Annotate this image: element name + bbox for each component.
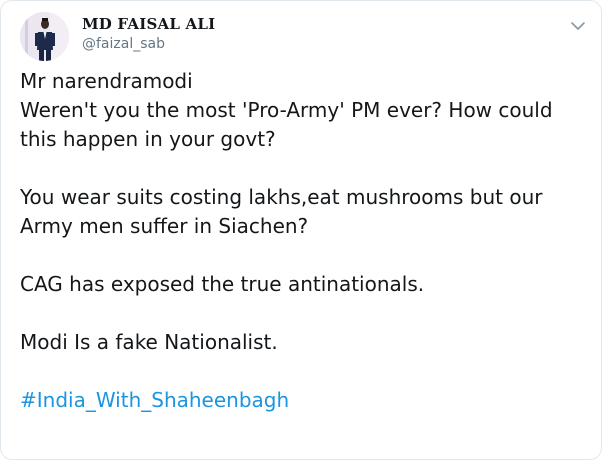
- tweet-line: CAG has exposed the true antinationals.: [20, 272, 425, 296]
- tweet-paragraph: #India_With_Shaheenbagh: [20, 386, 595, 415]
- tweet-card: MD FAISAL ALI @faizal_sab Mr narendramod…: [0, 0, 602, 460]
- tweet-line: Modi Is a fake Nationalist.: [20, 330, 278, 354]
- tweet-line: Weren't you the most 'Pro-Army' PM ever?…: [20, 98, 553, 122]
- tweet-line: You wear suits costing lakhs,eat mushroo…: [20, 185, 543, 209]
- avatar[interactable]: [20, 12, 69, 61]
- tweet-line: Army men suffer in Siachen?: [20, 214, 309, 238]
- tweet-line: this happen in your govt?: [20, 127, 276, 151]
- tweet-line: Mr narendramodi: [20, 69, 193, 93]
- tweet-paragraph: You wear suits costing lakhs,eat mushroo…: [20, 183, 595, 241]
- hashtag-link[interactable]: #India_With_Shaheenbagh: [20, 388, 289, 412]
- tweet-paragraph: CAG has exposed the true antinationals.: [20, 270, 595, 299]
- tweet-paragraph: Modi Is a fake Nationalist.: [20, 328, 595, 357]
- author-handle[interactable]: @faizal_sab: [82, 36, 165, 52]
- tweet-text: Mr narendramodi Weren't you the most 'Pr…: [20, 67, 595, 444]
- chevron-down-icon[interactable]: [569, 17, 587, 30]
- profile-photo-icon: [20, 12, 69, 61]
- author-display-name[interactable]: MD FAISAL ALI: [82, 15, 215, 33]
- tweet-paragraph: Mr narendramodi Weren't you the most 'Pr…: [20, 67, 595, 154]
